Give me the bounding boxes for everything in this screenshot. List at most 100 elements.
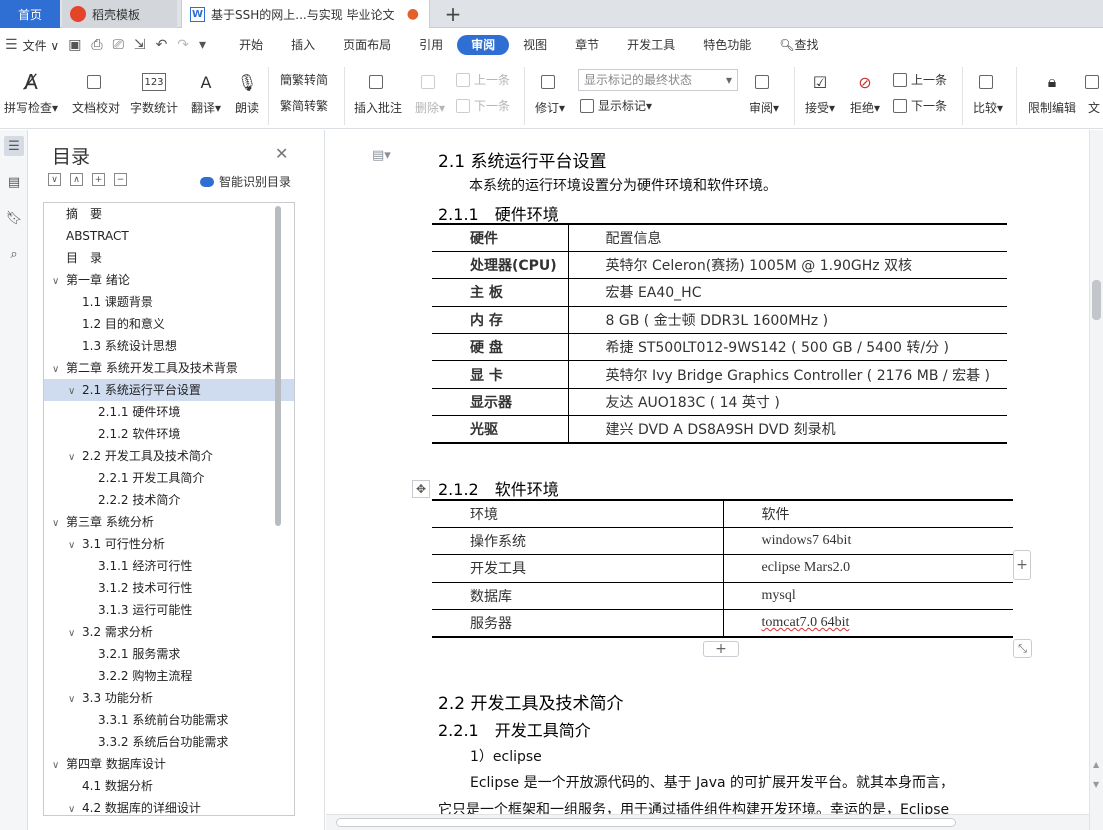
tab-home[interactable]: 首页 [0,0,60,28]
read-aloud-button[interactable]: 🎙︎ 朗读 [232,61,262,116]
table-cell[interactable]: 环境 [432,498,724,528]
chevron-down-icon[interactable]: ∨ [68,689,82,711]
menu-review[interactable]: 审阅 [457,35,510,55]
table-cell[interactable]: 英特尔 Celeron(赛扬) 1005M @ 1.90GHz 双核 [568,250,1007,280]
toc-item[interactable]: ∨ 3.2 需求分析 [44,621,294,643]
menu-search[interactable]: 🔍︎查找 [765,35,832,55]
expand-all-icon[interactable]: ∧ [70,173,83,186]
table-cell[interactable]: 操作系统 [432,526,724,556]
restrict-edit-button[interactable]: 🔒︎ 限制编辑 [1024,61,1080,116]
table-cell[interactable]: 宏碁 EA40_HC [568,278,1007,307]
toc-item[interactable]: 3.3.1 系统前台功能需求 [44,709,294,731]
toc-item[interactable]: 1.2 目的和意义 [44,313,294,335]
undo-icon[interactable]: ↶ [151,37,173,53]
toc-item[interactable]: 3.1.2 技术可行性 [44,577,294,599]
toc-item[interactable]: 2.2.2 技术简介 [44,489,294,511]
table-cell[interactable]: 数据库 [432,581,724,611]
export-icon[interactable]: ⇲ [129,37,151,53]
table-cell[interactable]: mysql [723,581,1013,611]
toc-panel-icon[interactable]: ☰ [4,136,24,156]
chevron-down-icon[interactable]: ∨ [68,535,82,557]
menu-insert[interactable]: 插入 [277,35,329,55]
new-tab-button[interactable]: + [438,0,468,28]
chevron-down-icon[interactable]: ∨ [52,513,66,535]
chevron-down-icon[interactable]: ∨ [68,623,82,645]
proofread-button[interactable]: 文档校对 [70,61,122,116]
table-cell[interactable]: 硬 盘 [432,333,569,362]
toc-item[interactable]: 4.1 数据分析 [44,775,294,797]
print-icon[interactable]: ⎚ [108,37,129,53]
hamburger-menu-icon[interactable]: ☰ [0,37,23,53]
toc-item[interactable]: ∨ 第三章 系统分析 [44,511,294,533]
chevron-down-icon[interactable]: ∨ [52,271,66,293]
scroll-down-icon[interactable]: ▼ [1093,780,1099,789]
toc-item[interactable]: 2.1.2 软件环境 [44,423,294,445]
collapse-all-icon[interactable]: ∨ [48,173,61,186]
toc-item[interactable]: 3.1.1 经济可行性 [44,555,294,577]
redo-icon[interactable]: ↷ [172,37,194,53]
chevron-down-icon[interactable]: ∨ [68,381,82,403]
toc-item[interactable]: 3.3.2 系统后台功能需求 [44,731,294,753]
toc-item[interactable]: 目 录 [44,247,294,269]
menu-developer[interactable]: 开发工具 [613,35,689,55]
toc-item[interactable]: ∨ 2.1 系统运行平台设置 [44,379,294,401]
doc-permission-button[interactable]: 文 [1084,61,1103,116]
print-preview-icon[interactable]: ⎙ [86,37,107,53]
smart-toc-button[interactable]: 智能识别目录 [200,173,291,190]
toc-scrollbar[interactable] [275,206,281,526]
toc-item[interactable]: 3.1.3 运行可能性 [44,599,294,621]
scroll-up-icon[interactable]: ▲ [1093,760,1099,769]
bookmark-icon[interactable]: 🔖︎ [4,208,24,228]
close-icon[interactable]: ✕ [275,144,288,163]
chevron-down-icon[interactable]: ∨ [52,359,66,381]
toc-item[interactable]: ∨ 3.1 可行性分析 [44,533,294,555]
chapter-nav-icon[interactable]: ▤ [4,172,24,192]
chevron-down-icon[interactable]: ∨ [68,799,82,815]
horizontal-scroll-thumb[interactable] [336,818,956,827]
remove-heading-icon[interactable]: − [114,173,127,186]
menu-layout[interactable]: 页面布局 [329,35,405,55]
table-cell[interactable]: 内 存 [432,305,569,335]
find-replace-icon[interactable]: ⌕ [4,244,24,264]
toc-item[interactable]: ∨ 3.3 功能分析 [44,687,294,709]
toc-item[interactable]: ∨ 第一章 绪论 [44,269,294,291]
table-cell[interactable]: 服务器 [432,609,724,638]
vertical-scroll-thumb[interactable] [1092,280,1101,320]
toc-item[interactable]: ∨ 2.2 开发工具及技术简介 [44,445,294,467]
table-cell[interactable]: 显 卡 [432,360,569,389]
table-cell[interactable]: 英特尔 Ivy Bridge Graphics Controller ( 217… [568,360,1007,389]
resize-table-icon[interactable]: ⤡ [1013,639,1032,658]
toc-item[interactable]: ∨ 第二章 系统开发工具及技术背景 [44,357,294,379]
table-cell[interactable]: 硬件 [432,222,569,252]
menu-chapter[interactable]: 章节 [561,35,613,55]
paragraph-menu-icon[interactable]: ▤▾ [372,148,391,163]
quick-access-dropdown-icon[interactable]: ▾ [194,37,211,53]
toc-item[interactable]: ∨ 第四章 数据库设计 [44,753,294,775]
menu-reference[interactable]: 引用 [405,35,457,55]
prev-change-button[interactable]: 上一条 [893,71,947,88]
wordcount-button[interactable]: 123 字数统计 [128,61,180,116]
prev-comment-button[interactable]: 上一条 [456,71,510,88]
review-pane-button[interactable]: 审阅▾ [744,61,784,116]
table-cell[interactable]: 配置信息 [568,222,1007,252]
next-comment-button[interactable]: 下一条 [456,97,510,114]
track-changes-button[interactable]: 修订▾ [530,61,570,116]
menu-start[interactable]: 开始 [225,35,277,55]
table-cell[interactable]: 主 板 [432,278,569,307]
table-cell[interactable]: 处理器(CPU) [432,250,569,280]
table-cell[interactable]: tomcat7.0 64bit [723,609,1013,638]
add-column-button[interactable]: + [1013,550,1031,580]
compare-button[interactable]: 比较▾ [968,61,1008,116]
add-row-button[interactable]: + [703,641,739,657]
markup-state-select[interactable]: 显示标记的最终状态 [578,69,738,91]
toc-item[interactable]: 3.2.2 购物主流程 [44,665,294,687]
toc-item[interactable]: 3.2.1 服务需求 [44,643,294,665]
toc-item[interactable]: 1.3 系统设计思想 [44,335,294,357]
table-cell[interactable]: windows7 64bit [723,526,1013,556]
to-simplified-button[interactable]: 繁简转繁 [280,97,328,114]
table-cell[interactable]: 软件 [723,498,1013,528]
table-move-handle-icon[interactable]: ✥ [412,480,430,498]
close-tab-icon[interactable]: ● [407,6,419,22]
horizontal-scrollbar[interactable] [326,814,1089,830]
table-cell[interactable]: 8 GB ( 金士顿 DDR3L 1600MHz ) [568,305,1007,335]
